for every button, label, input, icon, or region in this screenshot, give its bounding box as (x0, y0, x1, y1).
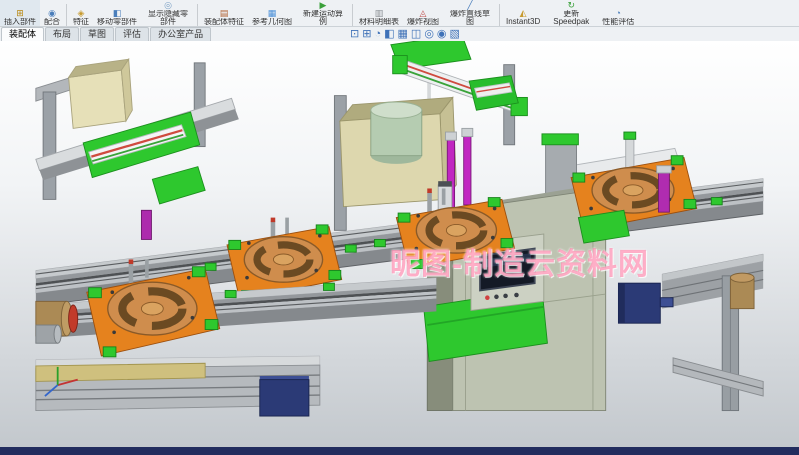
tab-sketch[interactable]: 草图 (80, 27, 114, 41)
bottom-right-conveyor[interactable] (662, 254, 763, 411)
assembly-features-icon: ▤ (220, 9, 229, 18)
graphics-viewport[interactable]: 昵图-制造云资料网 (0, 41, 799, 447)
assembly-features-button[interactable]: ▤ 装配体特征 (200, 0, 248, 26)
performance-evaluation-icon: ◔ (616, 9, 621, 18)
performance-evaluation-button[interactable]: ◔ 性能评估 (598, 0, 638, 26)
features-button[interactable]: ◈ 特征 (69, 0, 93, 26)
explode-line-sketch-icon: ╱ (467, 1, 472, 10)
reference-geometry-icon: ▦ (268, 9, 277, 18)
control-screen[interactable] (480, 249, 535, 291)
solidworks-window: ⊞ 插入部件 ◉ 配合 ◈ 特征 ◧ 移动零部件 ◎ 显示隐藏零部件 ▤ 装配体… (0, 0, 799, 455)
insert-component-icon: ⊞ (16, 9, 24, 18)
tab-row: 装配体 布局 草图 评估 办公室产品 ⊡ ⊞ ◔ ◧ ▦ ◫ ◎ ◉ ▧ (0, 27, 799, 41)
ribbon-separator (197, 4, 198, 26)
ribbon-separator (352, 4, 353, 26)
move-component-icon: ◧ (113, 9, 122, 18)
insert-component-button[interactable]: ⊞ 插入部件 (0, 0, 40, 26)
assembly-3d-model[interactable] (0, 41, 799, 447)
tab-office-products[interactable]: 办公室产品 (150, 27, 211, 41)
instant3d-icon: ◭ (520, 9, 527, 18)
explode-line-sketch-button[interactable]: ╱ 爆炸直线草图 (443, 0, 497, 26)
apply-scene-icon[interactable]: ▧ (450, 27, 460, 41)
new-motion-study-button[interactable]: ▶ 新建运动算例 (296, 0, 350, 26)
left-edge-cylinder[interactable] (36, 301, 78, 343)
edit-appearance-icon[interactable]: ◉ (437, 27, 447, 41)
tab-evaluate[interactable]: 评估 (115, 27, 149, 41)
tab-layout[interactable]: 布局 (45, 27, 79, 41)
exploded-view-button[interactable]: ◬ 爆炸视图 (403, 0, 443, 26)
hide-show-items-icon[interactable]: ◎ (424, 27, 434, 41)
instant3d-button[interactable]: ◭ Instant3D (502, 0, 544, 26)
view-orientation-icon[interactable]: ▦ (398, 27, 408, 41)
zoom-area-icon[interactable]: ⊞ (362, 27, 371, 41)
exploded-view-icon: ◬ (420, 9, 427, 18)
ribbon-toolbar: ⊞ 插入部件 ◉ 配合 ◈ 特征 ◧ 移动零部件 ◎ 显示隐藏零部件 ▤ 装配体… (0, 0, 799, 27)
ribbon-separator (66, 4, 67, 26)
features-icon: ◈ (78, 9, 85, 18)
bottom-bar (0, 447, 799, 455)
zoom-fit-icon[interactable]: ⊡ (350, 27, 359, 41)
tab-assembly[interactable]: 装配体 (1, 27, 44, 41)
show-hidden-components-button[interactable]: ◎ 显示隐藏零部件 (141, 0, 195, 26)
mate-icon: ◉ (48, 9, 56, 18)
reference-geometry-button[interactable]: ▦ 参考几何图 (248, 0, 296, 26)
section-view-icon[interactable]: ◧ (384, 27, 394, 41)
display-style-icon[interactable]: ◫ (411, 27, 421, 41)
headsup-view-toolbar: ⊡ ⊞ ◔ ◧ ▦ ◫ ◎ ◉ ▧ (350, 27, 460, 41)
ribbon-separator (499, 4, 500, 26)
update-speedpak-button[interactable]: ↻ 更新 Speedpak (544, 0, 598, 26)
previous-view-icon[interactable]: ◔ (374, 27, 381, 41)
mate-button[interactable]: ◉ 配合 (40, 0, 64, 26)
show-hidden-components-icon: ◎ (164, 1, 172, 10)
bill-of-materials-button[interactable]: ▥ 材料明细表 (355, 0, 403, 26)
update-speedpak-icon: ↻ (567, 1, 575, 10)
left-station[interactable] (36, 59, 239, 239)
navy-electrical-box-left[interactable] (260, 376, 309, 416)
bill-of-materials-icon: ▥ (375, 9, 384, 18)
new-motion-study-icon: ▶ (320, 1, 327, 10)
move-component-button[interactable]: ◧ 移动零部件 (93, 0, 141, 26)
